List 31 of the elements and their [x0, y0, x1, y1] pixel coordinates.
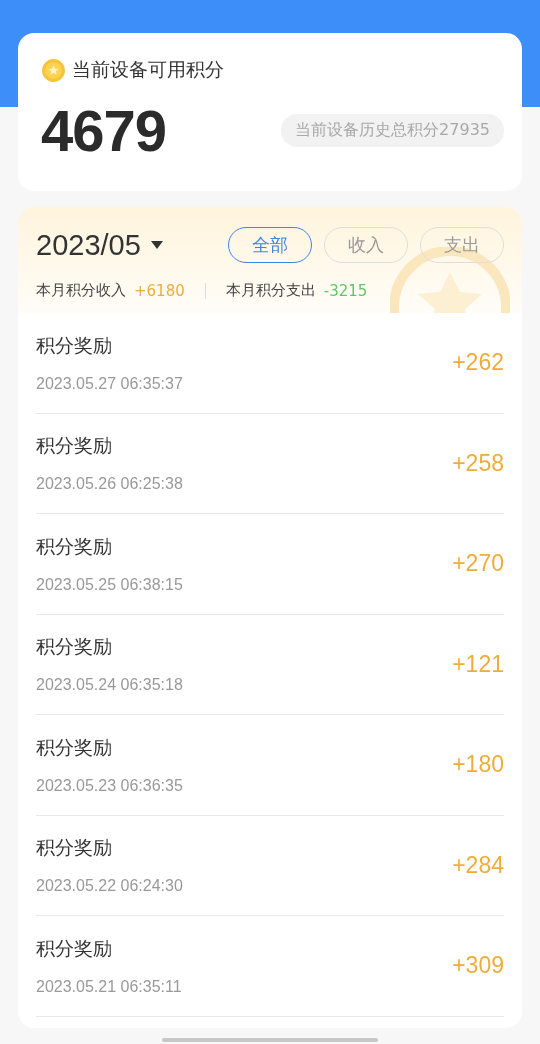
record-time: 2023.05.27 06:35:37: [36, 374, 183, 393]
record-title: 积分奖励: [36, 734, 113, 760]
record-amount: +258: [452, 449, 504, 477]
record-time: 2023.05.26 06:25:38: [36, 475, 183, 494]
record-amount: +284: [452, 851, 504, 879]
record-time: 2023.05.23 06:36:35: [36, 776, 183, 795]
income-value: +6180: [134, 281, 185, 300]
record-time: 2023.05.21 06:35:11: [36, 977, 182, 996]
record-title: 积分奖励: [36, 332, 113, 358]
caret-icon[interactable]: [150, 241, 163, 249]
expense-value: -3215: [323, 281, 368, 300]
record-amount: +262: [452, 349, 504, 377]
points-label: 当前设备可用积分: [72, 57, 224, 82]
record-title: 积分奖励: [36, 634, 113, 660]
coin-icon: [41, 57, 66, 83]
month-selector[interactable]: 2023/05: [36, 228, 141, 262]
record-amount: +270: [452, 550, 504, 578]
record-time: 2023.05.22 06:24:30: [36, 877, 183, 896]
history-total: 当前设备历史总积分27935: [281, 114, 504, 147]
record-time: 2023.05.24 06:35:18: [36, 676, 183, 695]
record-title: 积分奖励: [36, 835, 113, 861]
record-title: 积分奖励: [36, 533, 113, 559]
record-amount: +121: [452, 650, 504, 678]
record-amount: +180: [452, 751, 504, 779]
points-value: 4679: [41, 97, 167, 164]
income-label: 本月积分收入: [36, 281, 126, 300]
record-time: 2023.05.25 06:38:15: [36, 575, 183, 594]
record-title: 积分奖励: [36, 433, 113, 459]
expense-label: 本月积分支出: [225, 281, 316, 300]
record-title: 积分奖励: [36, 935, 113, 961]
record-amount: +309: [452, 952, 504, 980]
